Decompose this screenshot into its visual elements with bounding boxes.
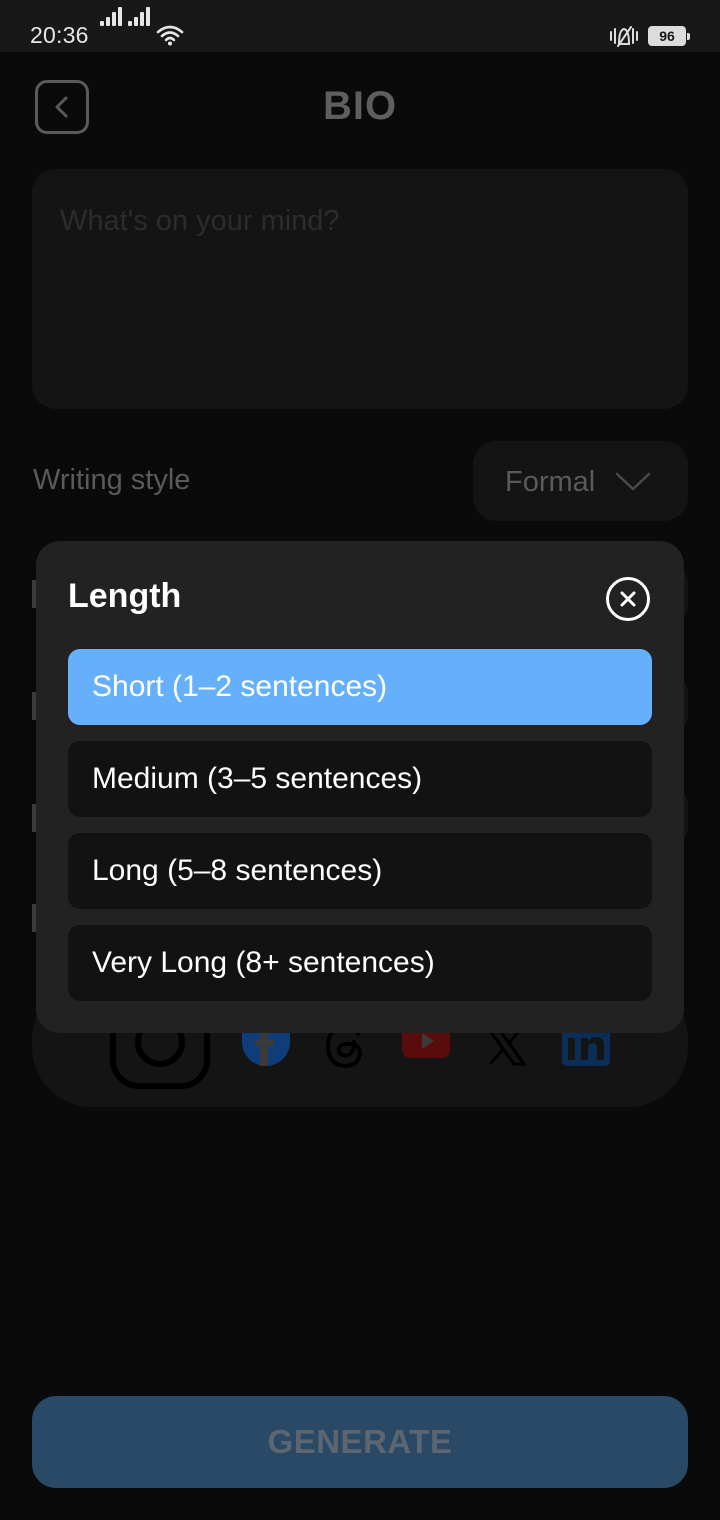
length-option-short[interactable]: Short (1–2 sentences) [68, 649, 652, 725]
page-title: BIO [322, 84, 398, 128]
length-option-medium[interactable]: Medium (3–5 sentences) [68, 741, 652, 817]
length-option-very-long[interactable]: Very Long (8+ sentences) [68, 925, 652, 1001]
modal-title: Length [68, 577, 182, 615]
close-button[interactable] [606, 577, 650, 621]
writing-style-label: Writing style [33, 464, 191, 496]
battery-icon: 96 [648, 26, 690, 46]
close-circle-icon [620, 591, 636, 607]
wifi-icon [156, 25, 184, 46]
generate-button[interactable]: GENERATE [32, 1396, 688, 1488]
status-time: 20:36 [30, 22, 89, 48]
bio-screen: 20:36 96 BIO What's on your mind? Writin… [0, 0, 720, 1520]
writing-style-value: Formal [505, 466, 596, 498]
length-modal: Length Short (1–2 sentences) Medium (3–5… [36, 541, 684, 1033]
vibrate-icon [610, 26, 638, 47]
status-bar: 20:36 96 [0, 0, 720, 52]
length-option-long[interactable]: Long (5–8 sentences) [68, 833, 652, 909]
writing-style-select[interactable]: Formal [473, 441, 688, 521]
bio-input-placeholder: What's on your mind? [60, 205, 340, 237]
bio-input[interactable]: What's on your mind? [32, 169, 688, 409]
chevron-down-icon [615, 472, 651, 491]
